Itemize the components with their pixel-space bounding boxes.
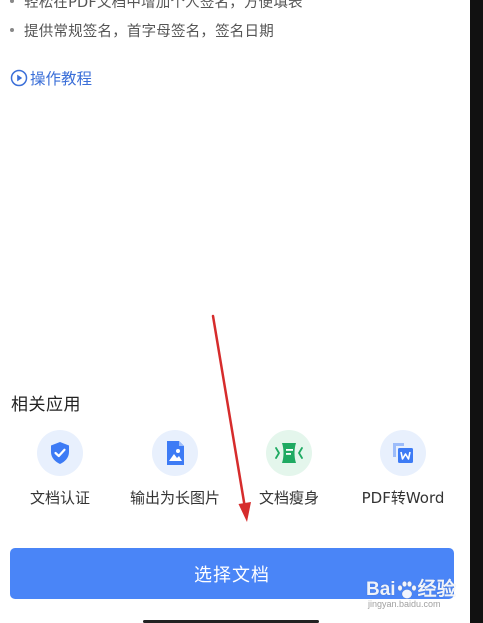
- red-arrow-annotation: [211, 314, 251, 522]
- pdf-to-word-icon: [393, 443, 413, 463]
- app-label: 文档认证: [29, 489, 90, 507]
- app-icon-bg: [266, 430, 312, 476]
- image-file-icon: [167, 441, 184, 465]
- shield-check-icon: [51, 442, 69, 464]
- select-document-button[interactable]: 选择文档: [10, 548, 454, 599]
- bullet-dot: [10, 28, 14, 32]
- related-app-doc-certify[interactable]: 文档认证: [0, 430, 120, 508]
- tutorial-link[interactable]: 操作教程: [10, 67, 92, 89]
- compress-doc-icon: [275, 443, 303, 463]
- watermark-url: jingyan.baidu.com: [368, 599, 441, 609]
- screen-edge: [470, 0, 483, 623]
- tutorial-link-label: 操作教程: [30, 70, 93, 88]
- screen: 轻松在PDF文档中增加个人签名，方便填表 提供常规签名，首字母签名，签名日期 操…: [0, 0, 483, 623]
- app-label: 输出为长图片: [129, 489, 220, 507]
- app-icon-bg: [152, 430, 198, 476]
- app-label: PDF转Word: [361, 489, 445, 507]
- app-icon-bg: [37, 430, 83, 476]
- feature-text: 轻松在PDF文档中增加个人签名，方便填表: [24, 0, 303, 11]
- related-apps-title: 相关应用: [11, 395, 81, 415]
- related-app-export-long-image[interactable]: 输出为长图片: [115, 430, 235, 508]
- play-circle-icon: [10, 69, 28, 87]
- feature-text: 提供常规签名，首字母签名，签名日期: [24, 24, 274, 40]
- app-label: 文档瘦身: [258, 489, 319, 507]
- bullet-dot: [10, 0, 14, 3]
- app-icon-bg: [380, 430, 426, 476]
- related-app-doc-compress[interactable]: 文档瘦身: [229, 430, 349, 508]
- feature-bullet: 提供常规签名，首字母签名，签名日期: [10, 20, 274, 41]
- feature-bullet: 轻松在PDF文档中增加个人签名，方便填表: [10, 0, 303, 12]
- related-app-pdf-to-word[interactable]: PDF转Word: [343, 430, 463, 508]
